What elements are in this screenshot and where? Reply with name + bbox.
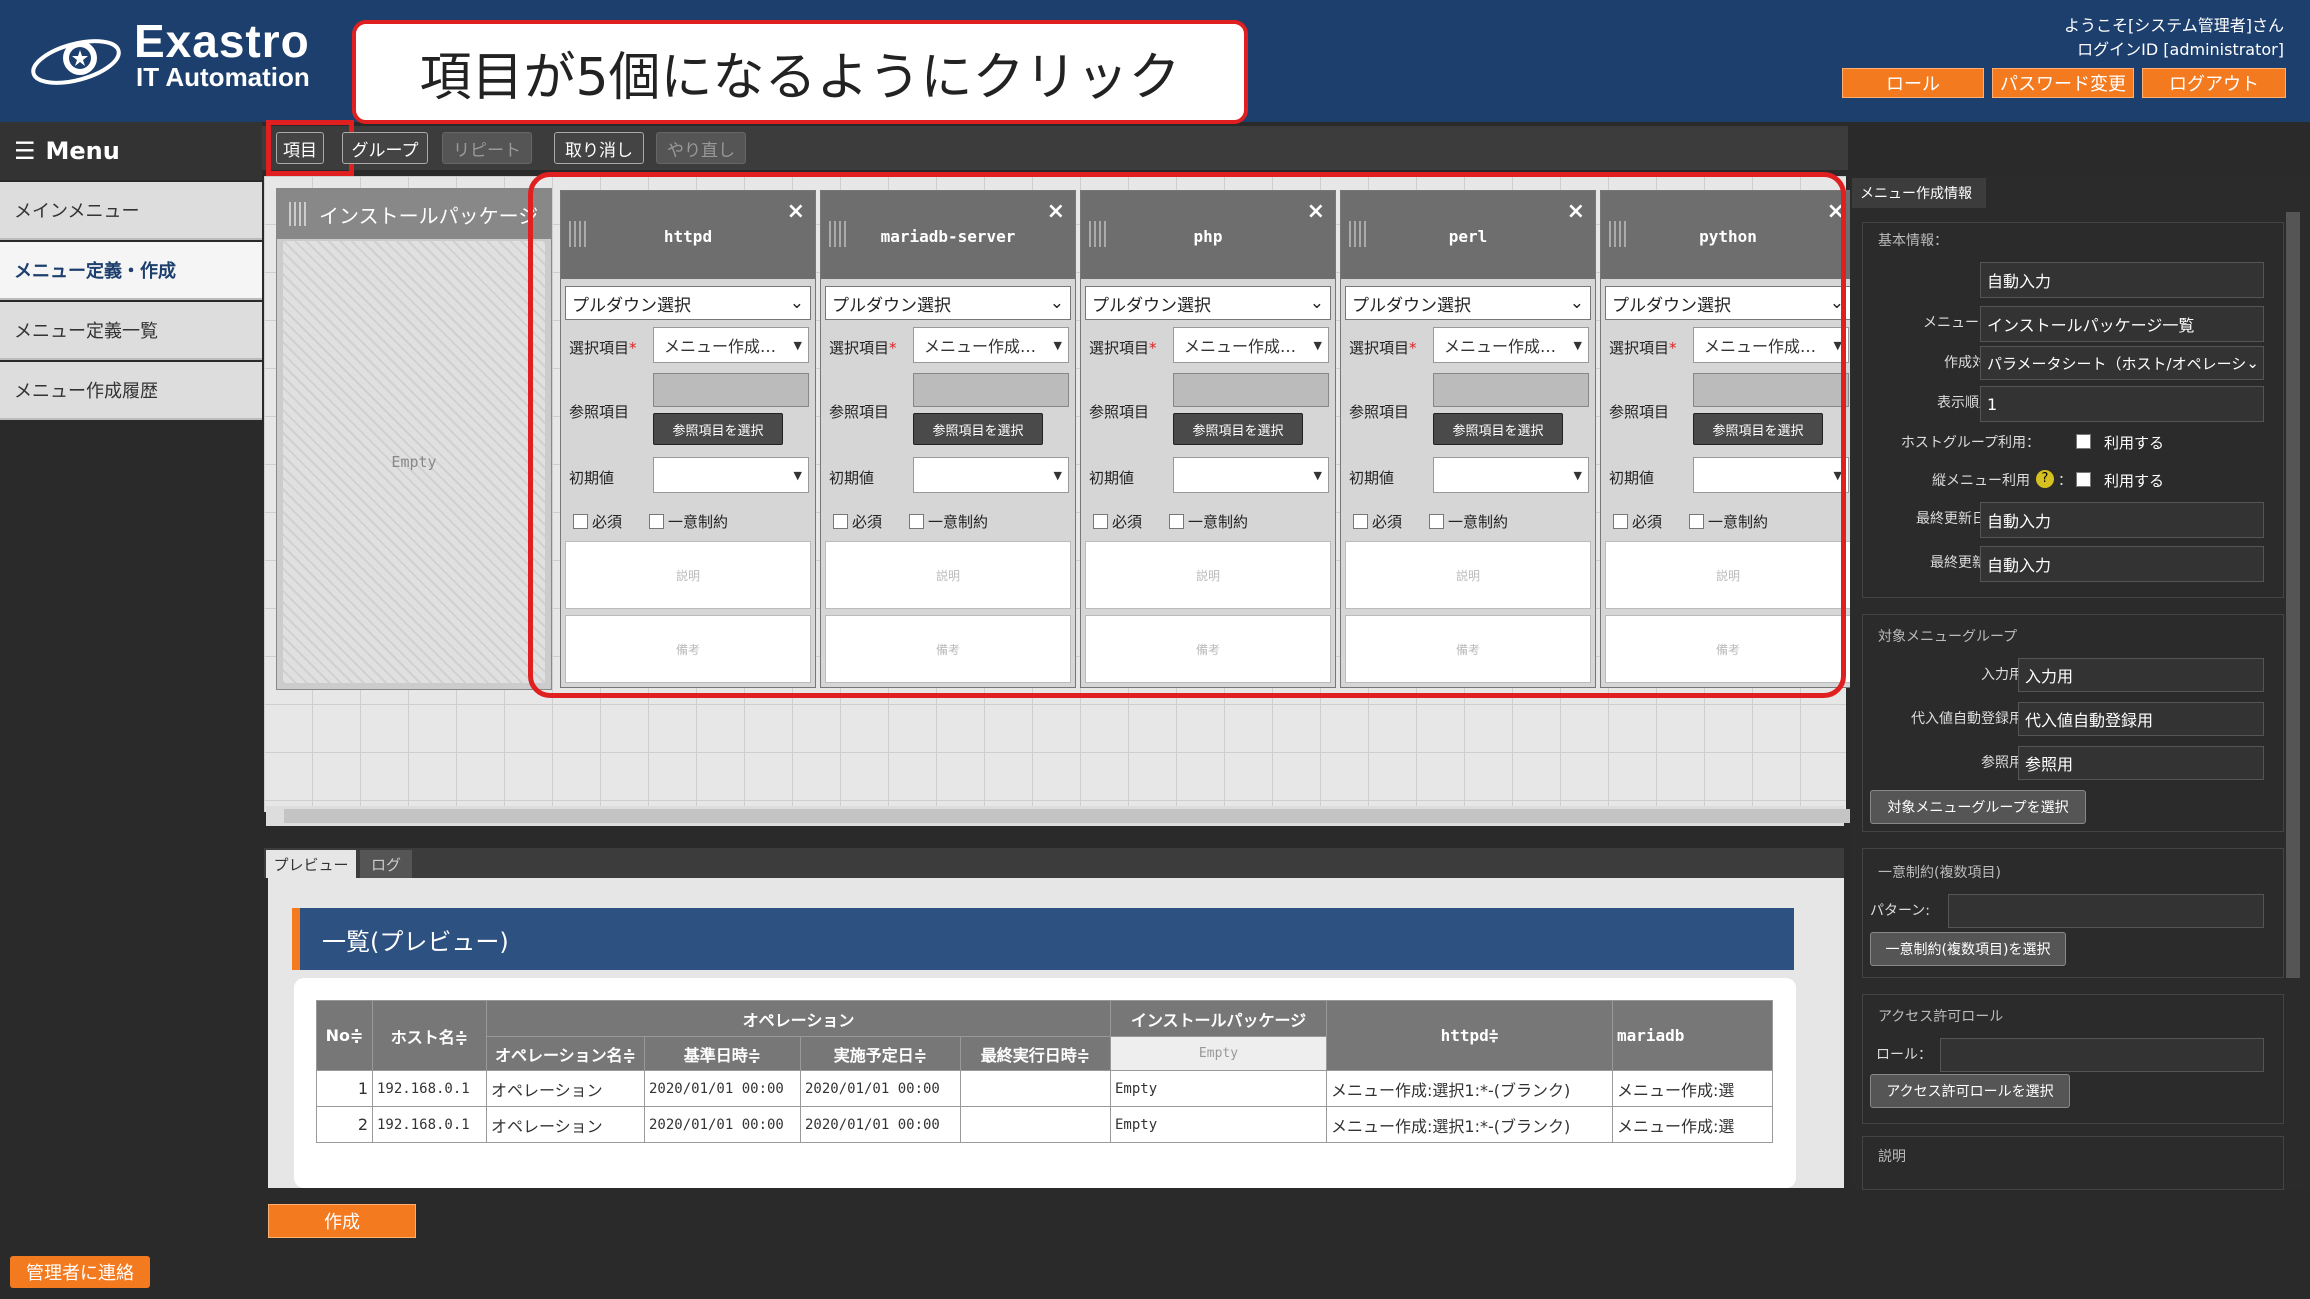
table-row: 2 192.168.0.1 オペレーション 2020/01/01 00:00 2… <box>316 1106 1773 1143</box>
hostgroup-use-label: 利用する <box>2104 434 2165 452</box>
last-update-value: 自動入力 <box>1980 502 2264 538</box>
redo-button[interactable]: やり直し <box>656 132 746 164</box>
basic-info-heading: 基本情報： <box>1878 233 1948 249</box>
exastro-logo-icon <box>31 39 121 85</box>
col-header-base-date[interactable]: 基準日時≑ <box>644 1036 801 1071</box>
subst-group-value: 代入値自動登録用 <box>2018 702 2264 736</box>
help-icon[interactable]: ? <box>2036 470 2054 488</box>
repeat-button[interactable]: リピート <box>442 132 532 164</box>
role-field <box>1940 1038 2264 1072</box>
select-target-group-button[interactable]: 対象メニューグループを選択 <box>1870 790 2086 824</box>
undo-button[interactable]: 取り消し <box>554 132 644 164</box>
col-header-last-exec[interactable]: 最終実行日時≑ <box>960 1036 1111 1071</box>
col-header-host[interactable]: ホスト名≑ <box>372 1000 487 1071</box>
pattern-label: パターン: <box>1870 903 1931 919</box>
add-group-button[interactable]: グループ <box>342 132 428 164</box>
col-header-no[interactable]: No≑ <box>316 1000 373 1071</box>
table-row: 1 192.168.0.1 オペレーション 2020/01/01 00:00 2… <box>316 1070 1773 1107</box>
sidebar-item-menu-define-list[interactable]: メニュー定義一覧 <box>0 302 262 360</box>
col-header-install-pkg: インストールパッケージ <box>1110 1000 1327 1037</box>
logout-button[interactable]: ログアウト <box>2142 68 2286 98</box>
hamburger-icon: ☰ <box>14 137 36 165</box>
logo-text: Exastro <box>134 15 310 67</box>
col-header-plan-date[interactable]: 実施予定日≑ <box>800 1036 961 1071</box>
welcome-text: ようこそ[システム管理者]さん <box>2063 16 2284 35</box>
access-role-heading: アクセス許可ロール <box>1878 1009 2004 1025</box>
menu-name-input[interactable]: インストールパッケージ一覧 <box>1980 306 2264 342</box>
sidebar-item-main-menu[interactable]: メインメニュー <box>0 182 262 240</box>
select-unique-button[interactable]: 一意制約(複数項目)を選択 <box>1870 932 2066 966</box>
menu-title: Menu <box>45 137 120 165</box>
input-group-value: 入力用 <box>2018 658 2264 692</box>
unique-heading: 一意制約(複数項目) <box>1878 865 2001 881</box>
vertical-menu-label: 縦メニュー利用 <box>1932 473 2030 489</box>
vertical-menu-checkbox[interactable] <box>2076 472 2091 487</box>
change-password-button[interactable]: パスワード変更 <box>1992 68 2134 98</box>
preview-tab-bar <box>264 848 1844 878</box>
chevron-down-icon: ⌄ <box>2246 354 2259 372</box>
sidebar-item-menu-define-create[interactable]: メニュー定義・作成 <box>0 242 262 300</box>
display-order-input[interactable]: 1 <box>1980 386 2264 422</box>
contact-admin-button[interactable]: 管理者に連絡 <box>10 1256 150 1288</box>
preview-table: No≑ ホスト名≑ オペレーション インストールパッケージ httpd≑ mar… <box>316 1000 1773 1143</box>
pattern-field <box>1948 894 2264 928</box>
tab-log[interactable]: ログ <box>360 850 412 878</box>
col-header-mariadb[interactable]: mariadb <box>1612 1000 1773 1071</box>
hostgroup-label: ホストグループ利用： <box>1900 435 2040 451</box>
instruction-callout: 項目が5個になるようにクリック <box>352 20 1248 124</box>
user-info: ようこそ[システム管理者]さん ログインID [administrator] <box>2064 14 2284 62</box>
vertical-menu-use-label: 利用する <box>2104 472 2165 490</box>
col-header-operation: オペレーション <box>486 1000 1111 1037</box>
menu-header[interactable]: ☰ Menu <box>0 122 262 180</box>
description-heading: 説明 <box>1878 1149 1906 1165</box>
group-title: インストールパッケージ <box>319 203 539 228</box>
create-button[interactable]: 作成 <box>268 1204 416 1238</box>
col-header-op-name[interactable]: オペレーション名≑ <box>486 1036 645 1071</box>
sidebar-item-menu-history[interactable]: メニュー作成履歴 <box>0 362 262 420</box>
col-header-empty: Empty <box>1110 1036 1327 1071</box>
group-empty-area: Empty <box>283 241 545 683</box>
group-install-package[interactable]: インストールパッケージ Empty <box>276 188 552 690</box>
tab-preview[interactable]: プレビュー <box>266 850 356 878</box>
hostgroup-checkbox[interactable] <box>2076 434 2091 449</box>
tab-menu-info[interactable]: メニュー作成情報 <box>1852 178 1986 208</box>
col-header-httpd[interactable]: httpd≑ <box>1326 1000 1613 1071</box>
login-id-text: ログインID [administrator] <box>2077 40 2284 59</box>
role-button[interactable]: ロール <box>1842 68 1984 98</box>
preview-title: 一覧(プレビュー) <box>292 908 1794 970</box>
panel-scrollbar[interactable] <box>2286 212 2300 978</box>
group-header[interactable]: インストールパッケージ <box>277 189 551 239</box>
target-group-heading: 対象メニューグループ <box>1878 629 2018 645</box>
ref-group-value: 参照用 <box>2018 746 2264 780</box>
select-access-role-button[interactable]: アクセス許可ロールを選択 <box>1870 1074 2070 1108</box>
canvas-horizontal-scrollbar[interactable] <box>266 806 1984 826</box>
description-section <box>1862 1136 2284 1190</box>
columns-highlight <box>528 172 1846 698</box>
logo-subtext: IT Automation <box>136 62 310 92</box>
last-updater-value: 自動入力 <box>1980 546 2264 582</box>
scrollbar-thumb[interactable] <box>284 809 1984 823</box>
field-number-value: 自動入力 <box>1980 262 2264 298</box>
target-select[interactable]: パラメータシート（ホスト/オペレーシ ⌄ <box>1980 346 2264 380</box>
item-button-highlight <box>266 120 354 176</box>
grip-icon <box>289 202 307 226</box>
